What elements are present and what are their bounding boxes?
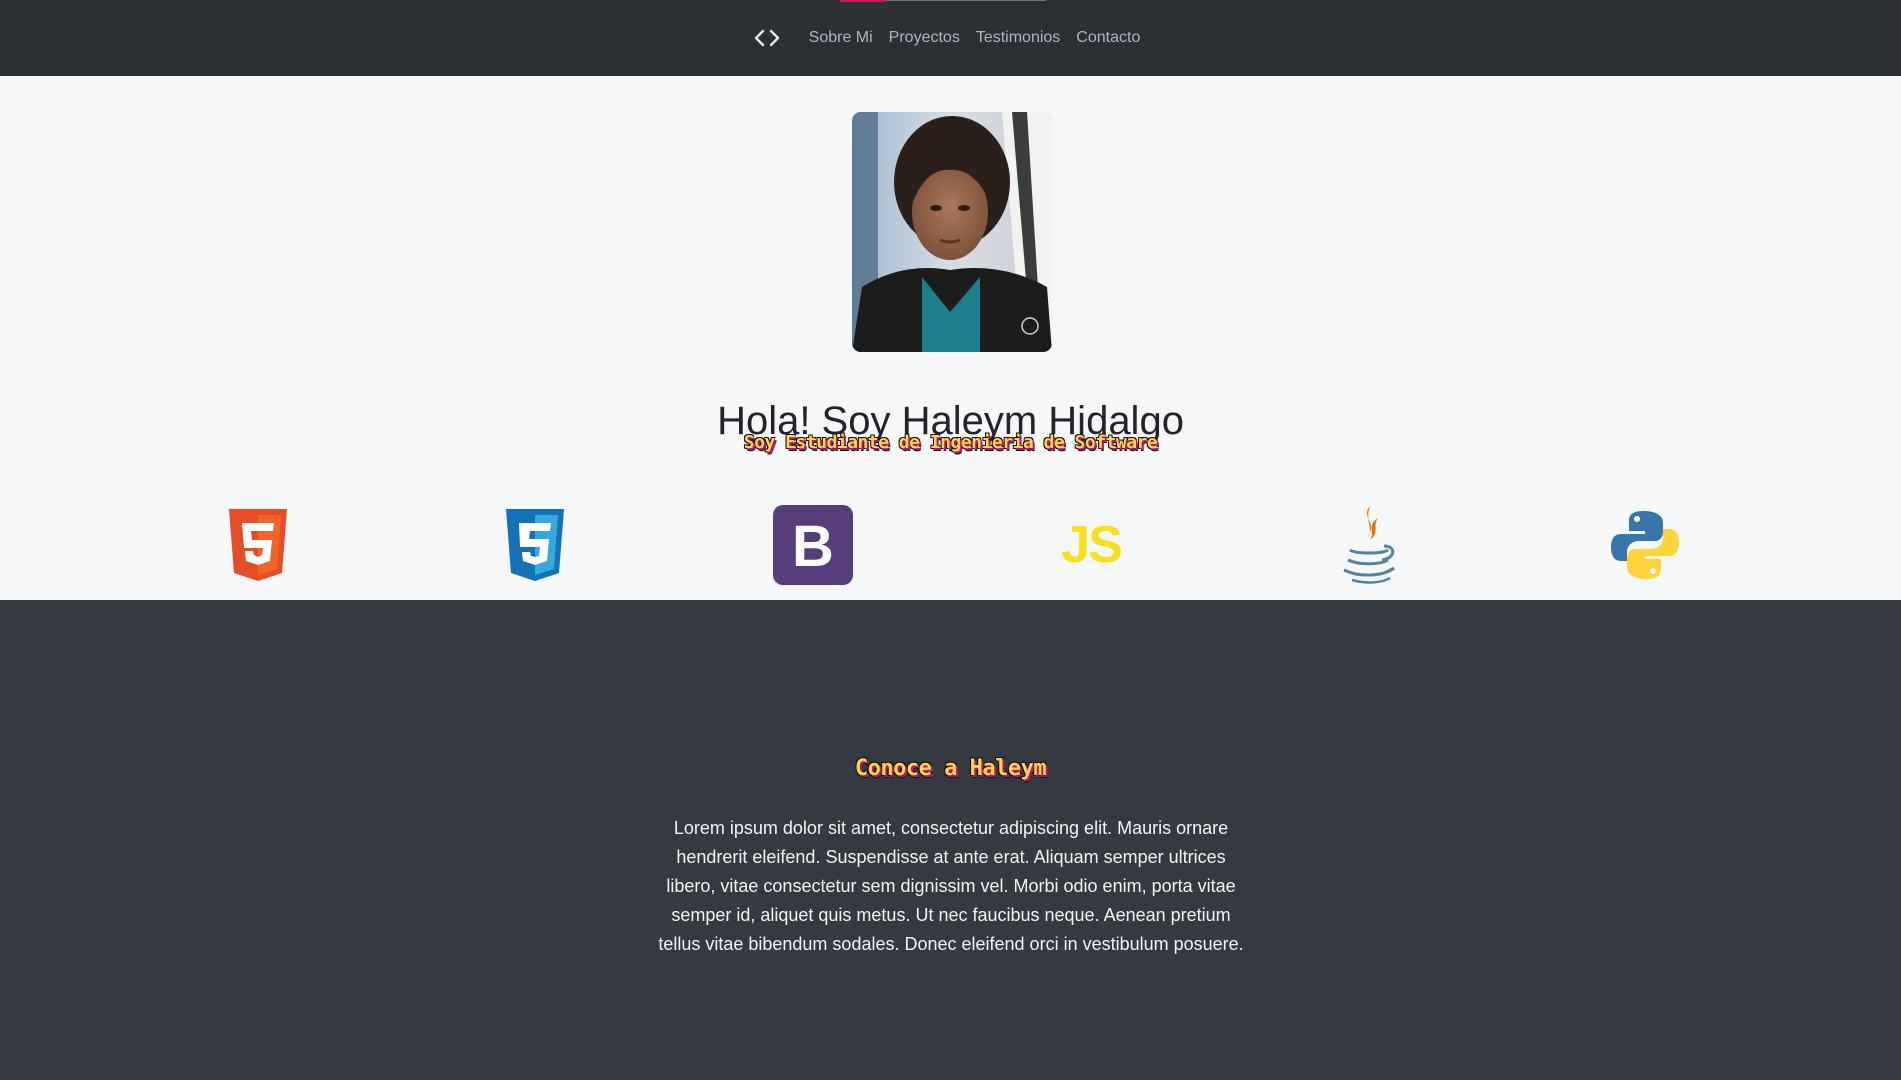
- javascript-label: JS: [1061, 516, 1123, 574]
- css3-icon: [490, 500, 580, 590]
- html5-icon: [213, 500, 303, 590]
- navbar: Sobre Mi Proyectos Testimonios Contacto: [0, 0, 1901, 76]
- java-icon: [1323, 500, 1413, 590]
- bootstrap-icon: B: [768, 500, 858, 590]
- about-section: Conoce a Haleym Lorem ipsum dolor sit am…: [0, 600, 1901, 1080]
- about-title: Conoce a Haleym: [854, 756, 1047, 782]
- hero-subtitle: Soy Estudiante de Ingenieria de Software: [743, 432, 1158, 453]
- svg-text:B: B: [792, 514, 834, 579]
- code-icon[interactable]: [753, 23, 781, 53]
- javascript-icon: JS: [1046, 500, 1136, 590]
- nav-link-testimonios[interactable]: Testimonios: [968, 29, 1068, 47]
- profile-photo: [852, 112, 1052, 352]
- nav-menu: Sobre Mi Proyectos Testimonios Contacto: [0, 0, 1901, 76]
- nav-link-proyectos[interactable]: Proyectos: [881, 29, 968, 47]
- nav-link-contacto[interactable]: Contacto: [1068, 29, 1148, 47]
- python-icon: [1600, 500, 1690, 590]
- about-text: Lorem ipsum dolor sit amet, consectetur …: [658, 818, 1244, 954]
- nav-link-sobre-mi[interactable]: Sobre Mi: [801, 29, 881, 47]
